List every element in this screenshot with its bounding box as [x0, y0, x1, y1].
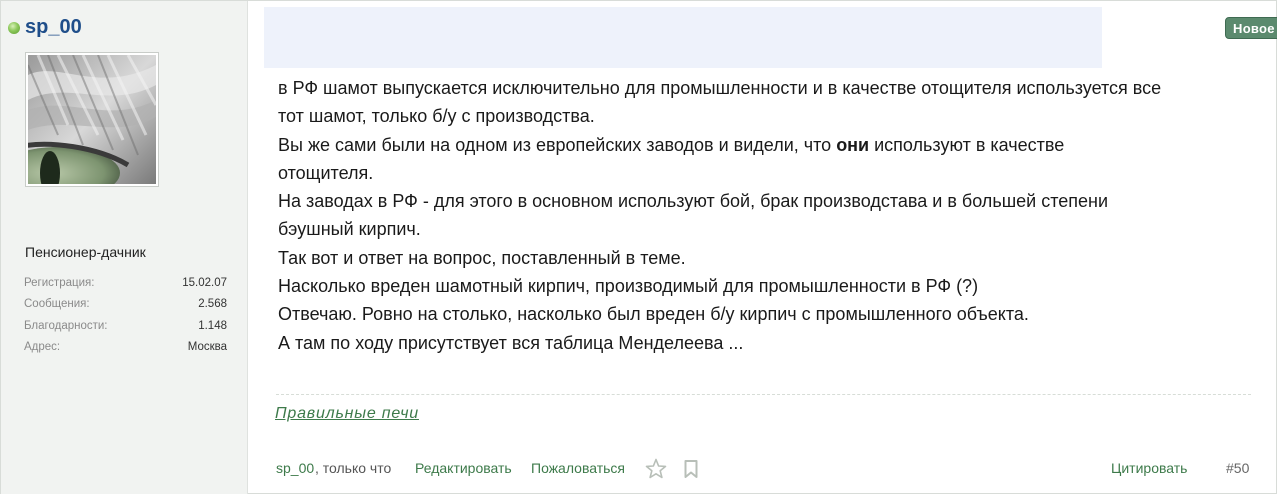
- message-line: А там по ходу присутствует вся таблица М…: [278, 332, 744, 353]
- message-line: Насколько вреден шамотный кирпич, произв…: [278, 276, 979, 297]
- stat-value: 15.02.07: [182, 277, 227, 289]
- signature-divider: [276, 394, 1251, 395]
- message-line: отощителя.: [278, 162, 374, 183]
- forum-post: sp_00 Пенсионер-дачник Регистрация: 15.0…: [0, 0, 1277, 494]
- message-line: Отвечаю. Ровно на столько, насколько был…: [278, 304, 1029, 325]
- footer-author-link[interactable]: sp_00: [276, 460, 314, 476]
- post-message: в РФ шамот выпускается исключительно для…: [278, 74, 1258, 357]
- author-title: Пенсионер-дачник: [25, 244, 146, 260]
- stat-value: 1.148: [198, 320, 227, 332]
- edit-button[interactable]: Редактировать: [415, 460, 512, 476]
- message-line: бэушный кирпич.: [278, 219, 421, 240]
- author-sidebar: sp_00 Пенсионер-дачник Регистрация: 15.0…: [1, 1, 248, 494]
- new-post-badge: Новое: [1225, 17, 1277, 39]
- avatar[interactable]: [25, 52, 159, 187]
- stat-value: 2.568: [198, 298, 227, 310]
- online-status-icon: [8, 22, 20, 34]
- message-text: используют в качестве: [869, 134, 1065, 155]
- bookmark-icon[interactable]: [679, 457, 703, 481]
- message-line: На заводах в РФ - для этого в основном и…: [278, 191, 1109, 212]
- message-bold-text: они: [836, 134, 870, 155]
- quote-button[interactable]: Цитировать: [1111, 460, 1187, 476]
- footer-post-time: , только что: [315, 460, 392, 476]
- message-line: в РФ шамот выпускается исключительно для…: [278, 78, 1162, 98]
- stat-label: Адрес:: [24, 341, 61, 353]
- stat-value: Москва: [187, 341, 227, 353]
- signature-link[interactable]: Правильные печи: [275, 405, 419, 423]
- report-button[interactable]: Пожаловаться: [531, 460, 625, 476]
- stat-label: Сообщения:: [24, 298, 90, 310]
- stat-label: Благодарности:: [24, 320, 108, 332]
- message-line: тот шамот, только б/у с производства.: [278, 106, 595, 127]
- message-line: Так вот и ответ на вопрос, поставленный …: [278, 247, 686, 268]
- message-text: Вы же сами были на одном из европейских …: [278, 134, 837, 155]
- star-icon[interactable]: [644, 457, 668, 481]
- stat-label: Регистрация:: [24, 277, 95, 289]
- message-line: Вы же сами были на одном из европейских …: [278, 131, 1258, 159]
- ad-placeholder: [264, 7, 1102, 68]
- author-username[interactable]: sp_00: [25, 16, 82, 39]
- avatar-image: [28, 55, 156, 184]
- post-number-link[interactable]: #50: [1226, 460, 1249, 476]
